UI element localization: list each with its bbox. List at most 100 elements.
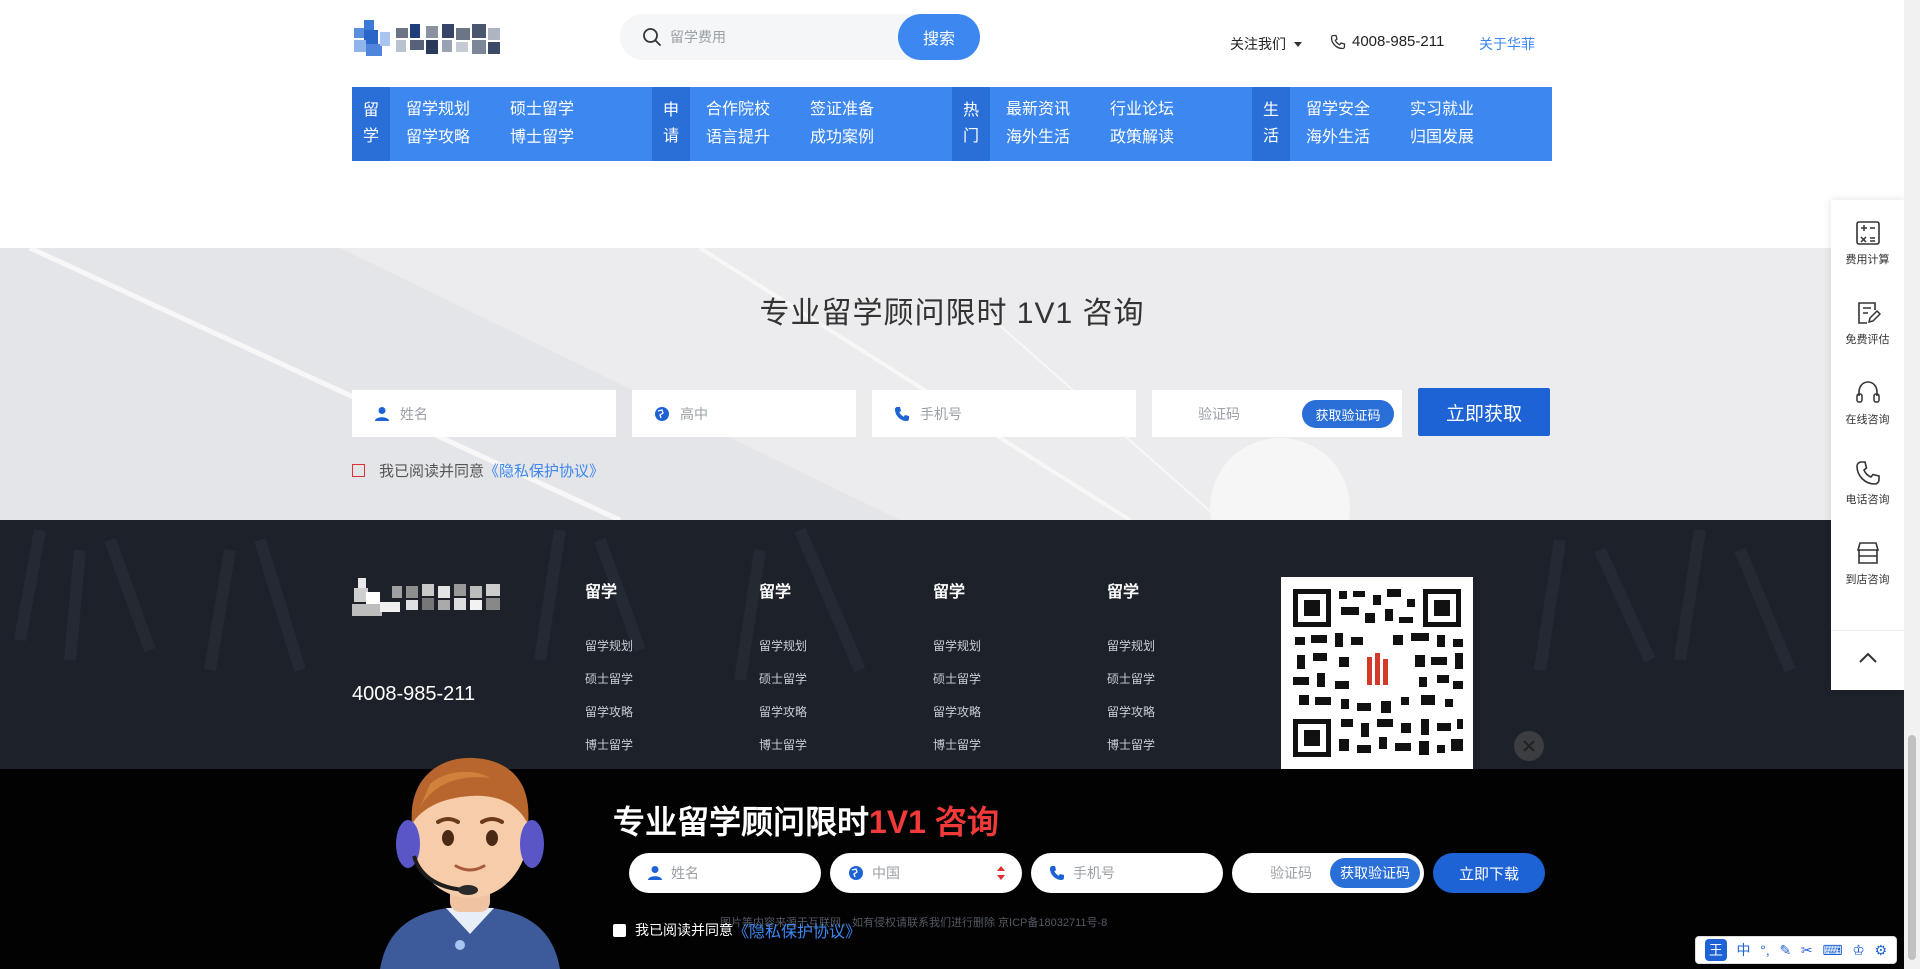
phone-icon (895, 406, 909, 421)
globe-icon (849, 866, 863, 880)
side-item-label: 在线咨询 (1845, 414, 1890, 426)
banner-country-select[interactable]: 中国 (830, 853, 1022, 893)
footer-link[interactable]: 博士留学 (1107, 729, 1155, 762)
ime-logo[interactable]: 王 (1704, 939, 1727, 961)
globe-icon (655, 406, 669, 421)
banner-agree-text: 我已阅读并同意 (635, 922, 733, 938)
side-item-fee-calculator[interactable]: 费用计算 (1831, 220, 1904, 267)
footer-logo[interactable] (352, 572, 504, 624)
close-icon[interactable] (1514, 731, 1544, 761)
nav-tag: 留学 (352, 87, 390, 161)
footer-column: 留学 留学规划 硕士留学 留学攻略 博士留学 (933, 578, 981, 762)
main-nav: 留学 留学规划 硕士留学 留学攻略 博士留学 申请 合作院校 签证准备 语言提升… (352, 87, 1552, 161)
nav-tag: 申请 (652, 87, 690, 161)
back-to-top-button[interactable] (1831, 630, 1904, 685)
footer-column: 留学 留学规划 硕士留学 留学攻略 博士留学 (585, 578, 633, 762)
nav-item[interactable]: 最新资讯 (1006, 96, 1110, 124)
footer-link[interactable]: 留学规划 (585, 630, 633, 663)
side-item-free-evaluation[interactable]: 免费评估 (1831, 300, 1904, 347)
banner-agreement-row: 我已阅读并同意 《隐私保护协议》 (613, 918, 861, 942)
nav-item[interactable]: 实习就业 (1410, 96, 1514, 124)
scrollbar-thumb[interactable] (1908, 735, 1916, 960)
banner-name-field (629, 853, 821, 893)
follow-us-dropdown[interactable]: 关注我们 (1230, 34, 1302, 54)
edit-document-icon (1857, 302, 1881, 324)
footer-link[interactable]: 硕士留学 (585, 663, 633, 696)
nav-item[interactable]: 合作院校 (706, 96, 810, 124)
side-item-phone-consult[interactable]: 电话咨询 (1831, 460, 1904, 507)
grade-input[interactable] (680, 405, 830, 422)
search-button[interactable]: 搜索 (898, 14, 980, 60)
footer-link[interactable]: 留学攻略 (933, 696, 981, 729)
footer-link[interactable]: 留学攻略 (1107, 696, 1155, 729)
nav-group-hot: 热门 最新资讯 行业论坛 海外生活 政策解读 (952, 87, 1252, 161)
ime-scissors-icon[interactable]: ✂ (1801, 942, 1813, 959)
footer-link[interactable]: 硕士留学 (933, 663, 981, 696)
nav-item[interactable]: 留学规划 (406, 96, 510, 124)
footer-link[interactable]: 留学规划 (1107, 630, 1155, 663)
about-link[interactable]: 关于华菲 (1479, 34, 1535, 54)
ime-settings-icon[interactable]: ⚙ (1875, 942, 1888, 959)
nav-item[interactable]: 博士留学 (510, 124, 614, 152)
search-icon (643, 28, 661, 46)
page-scrollbar[interactable] (1904, 0, 1920, 969)
site-header: 搜索 关注我们 4008-985-211 关于华菲 留学 留学规划 硕士留学 留… (0, 0, 1904, 250)
nav-item[interactable]: 留学安全 (1306, 96, 1410, 124)
footer-link[interactable]: 留学规划 (759, 630, 807, 663)
phone-input[interactable] (920, 405, 1070, 422)
banner-privacy-link[interactable]: 《隐私保护协议》 (733, 918, 861, 942)
footer-link[interactable]: 博士留学 (585, 729, 633, 762)
footer-link[interactable]: 留学攻略 (759, 696, 807, 729)
site-logo[interactable] (352, 18, 504, 64)
header-phone: 4008-985-211 (1330, 33, 1444, 50)
nav-item[interactable]: 成功案例 (810, 124, 914, 152)
nav-item[interactable]: 签证准备 (810, 96, 914, 124)
chevron-up-icon (1858, 652, 1877, 663)
advisor-avatar (380, 757, 560, 969)
footer-link[interactable]: 留学规划 (933, 630, 981, 663)
nav-item[interactable]: 硕士留学 (510, 96, 614, 124)
footer-column-title: 留学 (1107, 584, 1140, 601)
nav-item[interactable]: 海外生活 (1306, 124, 1410, 152)
nav-item[interactable]: 海外生活 (1006, 124, 1110, 152)
headset-icon (1855, 381, 1880, 403)
footer-link[interactable]: 硕士留学 (759, 663, 807, 696)
ime-keyboard-icon[interactable]: ⌨ (1822, 942, 1842, 959)
qr-code (1281, 577, 1473, 769)
follow-us-label: 关注我们 (1230, 36, 1286, 52)
ime-mode[interactable]: 中 (1737, 940, 1751, 960)
nav-item[interactable]: 归国发展 (1410, 124, 1514, 152)
code-input[interactable] (1198, 405, 1308, 422)
nav-item[interactable]: 行业论坛 (1110, 96, 1214, 124)
footer-link[interactable]: 博士留学 (933, 729, 981, 762)
search-input[interactable] (670, 22, 890, 52)
name-input[interactable] (400, 405, 550, 422)
side-item-online-consult[interactable]: 在线咨询 (1831, 380, 1904, 427)
user-icon (648, 866, 662, 880)
nav-item[interactable]: 语言提升 (706, 124, 810, 152)
agree-checkbox[interactable] (352, 464, 365, 477)
banner-get-code-button[interactable]: 获取验证码 (1330, 858, 1420, 888)
nav-tag: 生活 (1252, 87, 1290, 161)
submit-button[interactable]: 立即获取 (1418, 388, 1550, 436)
banner-name-input[interactable] (671, 865, 801, 881)
nav-item[interactable]: 政策解读 (1110, 124, 1214, 152)
banner-download-button[interactable]: 立即下载 (1433, 853, 1545, 893)
footer-column-title: 留学 (759, 584, 792, 601)
ime-pen-icon[interactable]: ✎ (1779, 942, 1791, 959)
ime-skin-icon[interactable]: ♔ (1852, 942, 1865, 959)
banner-agree-checkbox[interactable] (613, 923, 626, 937)
footer-link[interactable]: 硕士留学 (1107, 663, 1155, 696)
privacy-link[interactable]: 《隐私保护协议》 (484, 460, 604, 481)
footer-link[interactable]: 博士留学 (759, 729, 807, 762)
get-code-button[interactable]: 获取验证码 (1302, 400, 1394, 428)
footer-link[interactable]: 留学攻略 (585, 696, 633, 729)
side-item-label: 免费评估 (1845, 334, 1890, 346)
phone-icon (1330, 34, 1346, 49)
agreement-row: 我已阅读并同意 《隐私保护协议》 (352, 460, 604, 481)
banner-phone-input[interactable] (1073, 865, 1203, 881)
phone-field (872, 390, 1136, 437)
nav-item[interactable]: 留学攻略 (406, 124, 510, 152)
ime-punctuation-icon[interactable]: °, (1760, 942, 1770, 958)
side-item-store-consult[interactable]: 到店咨询 (1831, 540, 1904, 587)
